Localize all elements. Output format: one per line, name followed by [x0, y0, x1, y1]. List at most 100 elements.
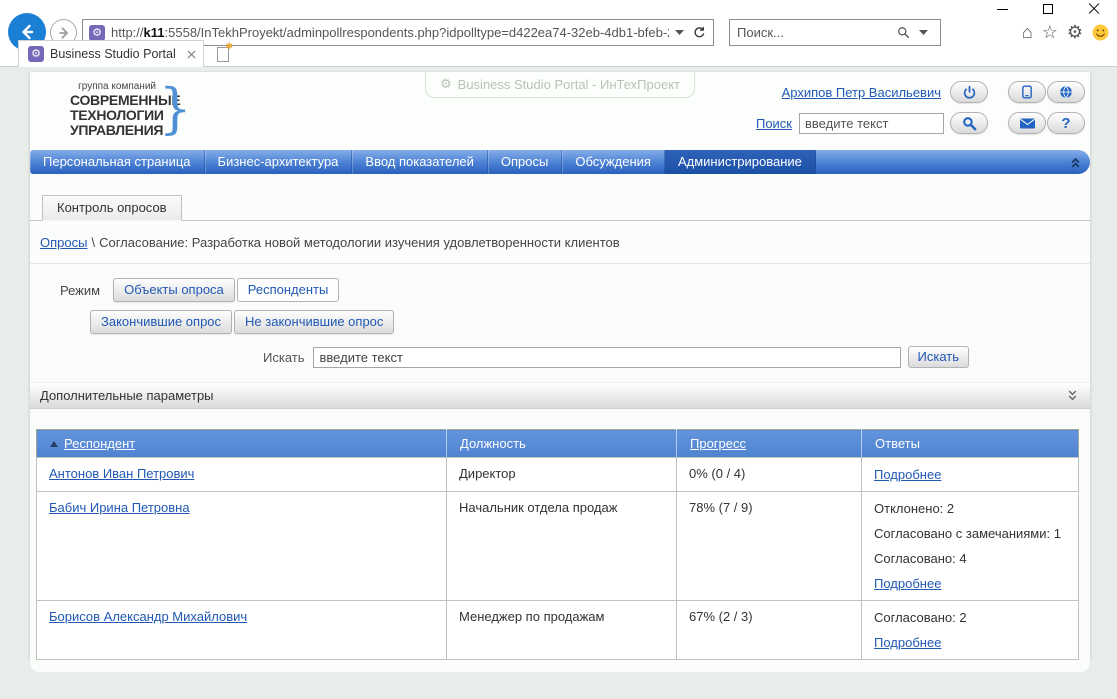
- breadcrumb-polls-link[interactable]: Опросы: [40, 235, 87, 250]
- logo-line-3: УПРАВЛЕНИЯ: [70, 123, 156, 138]
- site-favicon-icon: ⚙: [89, 25, 105, 41]
- details-link[interactable]: Подробнее: [874, 466, 941, 483]
- mode-button[interactable]: Респонденты: [237, 278, 340, 302]
- favorites-button[interactable]: ☆: [1042, 21, 1058, 43]
- close-icon: [1088, 3, 1100, 15]
- nav-item[interactable]: Персональная страница: [30, 150, 205, 174]
- search-dropdown-button[interactable]: [913, 30, 933, 35]
- mode-button[interactable]: Закончившие опрос: [90, 310, 232, 334]
- nav-item[interactable]: Администрирование: [665, 150, 816, 174]
- logout-button[interactable]: [950, 81, 988, 103]
- close-button[interactable]: [1071, 0, 1117, 18]
- answers-cell: Отклонено: 2Согласовано с замечаниями: 1…: [862, 492, 1079, 601]
- logo-line-2: ТЕХНОЛОГИИ: [70, 108, 156, 123]
- progress-cell: 78% (7 / 9): [677, 492, 862, 601]
- respondent-link[interactable]: Бабич Ирина Петровна: [49, 500, 190, 515]
- respondent-link[interactable]: Антонов Иван Петрович: [49, 466, 194, 481]
- question-mark-icon: ?: [1061, 115, 1070, 132]
- minimize-button[interactable]: [979, 0, 1025, 18]
- portal-search-button[interactable]: [950, 112, 988, 134]
- table-row: Бабич Ирина ПетровнаНачальник отдела про…: [37, 492, 1079, 601]
- table-search-section: Искать Искать: [30, 346, 1090, 368]
- answer-stat: Согласовано: 4: [874, 550, 1066, 567]
- back-arrow-icon: [18, 23, 36, 41]
- user-profile-link[interactable]: Архипов Петр Васильевич: [782, 85, 941, 100]
- nav-menu: Персональная страницаБизнес-архитектураВ…: [30, 150, 1090, 174]
- forward-arrow-icon: [57, 26, 71, 40]
- answer-stat: Отклонено: 2: [874, 500, 1066, 517]
- new-tab-icon: [217, 47, 229, 62]
- nav-item[interactable]: Бизнес-архитектура: [205, 150, 353, 174]
- double-chevron-up-icon: [1070, 157, 1081, 168]
- mode-row-1: Объекты опросаРеспонденты: [113, 278, 339, 302]
- tab-title: Business Studio Portal: [50, 47, 187, 61]
- respondents-table: РеспондентДолжностьПрогрессОтветы Антоно…: [36, 429, 1079, 660]
- mobile-phone-icon: [1022, 85, 1032, 99]
- feedback-smiley-button[interactable]: [1092, 24, 1109, 41]
- logo-brace-icon: }: [159, 84, 192, 134]
- chevron-down-icon: [919, 30, 928, 35]
- mode-button[interactable]: Не закончившие опрос: [234, 310, 394, 334]
- nav-item[interactable]: Опросы: [488, 150, 562, 174]
- progress-cell: 67% (2 / 3): [677, 601, 862, 660]
- respondent-cell: Антонов Иван Петрович: [37, 458, 447, 492]
- browser-chrome: ⚙ http://k11:5558/InTekhProyekt/adminpol…: [0, 0, 1117, 67]
- details-link[interactable]: Подробнее: [874, 634, 941, 651]
- portal-search-input[interactable]: [799, 113, 944, 134]
- breadcrumb-current: Согласование: Разработка новой методолог…: [99, 235, 620, 250]
- column-header[interactable]: Респондент: [37, 430, 447, 458]
- help-button[interactable]: ?: [1047, 112, 1085, 134]
- respondent-link[interactable]: Борисов Александр Михайлович: [49, 609, 247, 624]
- nav-item[interactable]: Ввод показателей: [352, 150, 488, 174]
- browser-search-box[interactable]: Поиск...: [729, 19, 941, 46]
- breadcrumb-separator: \: [91, 235, 95, 250]
- messages-button[interactable]: [1008, 112, 1046, 134]
- respondent-cell: Борисов Александр Михайлович: [37, 601, 447, 660]
- browser-search-button[interactable]: [893, 26, 913, 39]
- browser-search-placeholder: Поиск...: [737, 25, 893, 40]
- nav-item[interactable]: Обсуждения: [562, 150, 665, 174]
- url-rest: :5558/InTekhProyekt/adminpollrespondents…: [165, 25, 669, 40]
- globe-icon: [1059, 85, 1073, 99]
- home-button[interactable]: ⌂: [1022, 21, 1033, 43]
- mode-label: Режим: [60, 283, 100, 298]
- nav-collapse-button[interactable]: [1070, 150, 1081, 174]
- details-link[interactable]: Подробнее: [874, 575, 941, 592]
- column-header-label[interactable]: Прогресс: [690, 436, 746, 451]
- portal-search-link[interactable]: Поиск: [756, 116, 792, 131]
- content-area: Контроль опросов Опросы \ Согласование: Ра…: [30, 174, 1090, 672]
- company-logo: группа компаний СОВРЕМЕННЫЕ ТЕХНОЛОГИИ У…: [70, 81, 156, 138]
- browser-tab[interactable]: ⚙ Business Studio Portal: [18, 40, 204, 67]
- table-body: Антонов Иван ПетровичДиректор0% (0 / 4)П…: [37, 458, 1079, 660]
- extra-params-toggle[interactable]: Дополнительные параметры: [30, 382, 1090, 409]
- tab-poll-control[interactable]: Контроль опросов: [42, 195, 182, 221]
- url-host: k11: [144, 25, 165, 40]
- table-search-button[interactable]: Искать: [908, 346, 970, 368]
- gear-icon: ⚙: [440, 76, 452, 92]
- page-background: группа компаний СОВРЕМЕННЫЕ ТЕХНОЛОГИИ У…: [0, 67, 1117, 699]
- tab-close-icon[interactable]: [187, 50, 196, 59]
- maximize-button[interactable]: [1025, 0, 1071, 18]
- url-text[interactable]: http://k11:5558/InTekhProyekt/adminpollr…: [111, 25, 669, 40]
- address-dropdown-button[interactable]: [669, 30, 689, 35]
- refresh-icon: [693, 26, 706, 39]
- language-button[interactable]: [1047, 81, 1085, 103]
- table-search-input[interactable]: [313, 347, 901, 368]
- extra-params-label: Дополнительные параметры: [40, 388, 214, 403]
- table-header-row: РеспондентДолжностьПрогрессОтветы: [37, 430, 1079, 458]
- table-search-label: Искать: [263, 350, 305, 365]
- window-controls: [979, 0, 1117, 18]
- mobile-version-button[interactable]: [1008, 81, 1046, 103]
- portal-card: группа компаний СОВРЕМЕННЫЕ ТЕХНОЛОГИИ У…: [30, 72, 1090, 664]
- refresh-button[interactable]: [689, 26, 709, 39]
- logo-tagline: группа компаний: [70, 81, 156, 92]
- settings-button[interactable]: ⚙: [1067, 21, 1083, 43]
- new-tab-button[interactable]: [211, 44, 235, 64]
- column-header[interactable]: Прогресс: [677, 430, 862, 458]
- table-row: Антонов Иван ПетровичДиректор0% (0 / 4)П…: [37, 458, 1079, 492]
- mode-button[interactable]: Объекты опроса: [113, 278, 235, 302]
- column-header-label[interactable]: Респондент: [64, 436, 135, 451]
- tab-favicon-icon: ⚙: [28, 46, 44, 62]
- search-icon: [897, 26, 910, 39]
- power-icon: [963, 86, 976, 99]
